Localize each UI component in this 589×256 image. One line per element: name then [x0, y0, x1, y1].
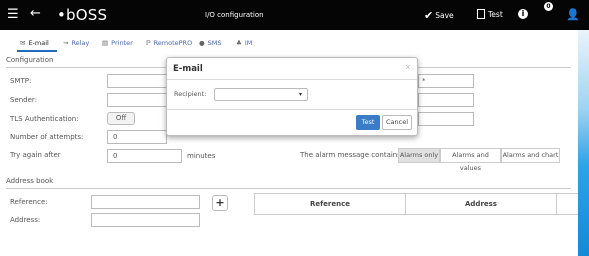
table-header-address: Address [465, 200, 497, 208]
password-field[interactable] [418, 112, 474, 126]
sender-name-field[interactable] [418, 93, 474, 107]
envelope-icon: ✉ [20, 39, 26, 47]
tab-relay[interactable]: ⇝ Relay [63, 39, 89, 47]
tls-toggle[interactable]: Off [107, 112, 135, 125]
hamburger-icon[interactable]: ☰ [7, 7, 19, 22]
attempts-field[interactable]: 0 [107, 130, 167, 144]
relay-icon: ⇝ [63, 39, 69, 47]
sender-field[interactable] [107, 93, 167, 107]
chevron-down-icon: ▾ [298, 91, 302, 98]
tab-im[interactable]: ♣ IM [236, 39, 252, 47]
address-field[interactable] [91, 213, 200, 227]
alarm-option-alarms-only[interactable]: Alarms only [398, 148, 440, 163]
recipient-select[interactable]: ▾ [214, 88, 308, 101]
user-icon[interactable]: 👤 [566, 8, 580, 21]
address-label: Address: [10, 216, 41, 224]
retry-field[interactable]: 0 [107, 149, 182, 163]
smtp-port-field[interactable] [418, 74, 474, 88]
desktop-edge [578, 30, 589, 256]
test-button[interactable]: Test [477, 9, 503, 19]
sender-label: Sender: [10, 96, 38, 104]
dialog-divider [167, 79, 417, 80]
tab-email[interactable]: ✉ E-mail [20, 39, 49, 47]
tab-bar: ✉ E-mail ⇝ Relay ▤ Printer ℙ RemotePRO ● SMS … [0, 30, 589, 54]
tab-printer[interactable]: ▤ Printer [102, 39, 133, 47]
app-logo: •bOSS [57, 6, 108, 24]
im-icon: ♣ [236, 39, 242, 47]
document-icon [477, 9, 485, 19]
reference-field[interactable] [91, 195, 200, 209]
address-book-section-header: Address book [6, 177, 571, 189]
back-arrow-icon[interactable]: ← [30, 6, 41, 21]
active-tab-indicator [17, 50, 57, 52]
alarm-option-alarms-and-chart[interactable]: Alarms and chart [501, 148, 560, 163]
test-label: Test [488, 10, 503, 19]
dialog-test-button[interactable]: Test [356, 115, 380, 130]
tab-remotepro[interactable]: ℙ RemotePRO [146, 39, 192, 47]
dialog-cancel-button[interactable]: Cancel [382, 115, 412, 130]
recipient-label: Recipient: [174, 90, 207, 98]
notification-badge[interactable]: 0 [544, 2, 553, 11]
reference-label: Reference: [10, 198, 48, 206]
close-icon[interactable]: × [405, 63, 411, 71]
plus-icon: + [215, 196, 225, 209]
smtp-field[interactable] [107, 74, 167, 88]
top-bar: ☰ ← •bOSS I/O configuration ✔ Save Test i… [0, 0, 589, 30]
remote-icon: ℙ [146, 39, 151, 47]
table-divider [556, 194, 557, 214]
retry-label: Try again after [10, 151, 61, 159]
dialog-divider [167, 109, 417, 110]
save-label: Save [435, 11, 454, 20]
tls-label: TLS Authentication: [10, 115, 79, 123]
check-icon: ✔ [424, 9, 434, 22]
attempts-label: Number of attempts: [10, 133, 84, 141]
dialog-title: E-mail [173, 64, 203, 74]
printer-icon: ▤ [102, 39, 109, 47]
smtp-label: SMTP: [10, 77, 32, 85]
alarm-option-alarms-and-values[interactable]: Alarms and values [440, 148, 501, 172]
add-entry-button[interactable]: + [212, 195, 228, 211]
retry-unit-label: minutes [187, 152, 216, 160]
email-test-dialog: E-mail × Recipient: ▾ Test Cancel [166, 57, 418, 136]
save-button[interactable]: ✔ Save [424, 9, 454, 22]
alarm-content-label: The alarm message contains: [300, 151, 404, 159]
tab-sms[interactable]: ● SMS [199, 39, 222, 47]
smtp-port-marker: * [422, 77, 426, 85]
table-header-reference: Reference [309, 200, 350, 208]
sms-icon: ● [199, 39, 205, 47]
address-table: Reference Address [254, 193, 579, 215]
info-icon[interactable]: i [518, 9, 528, 19]
page-title: I/O configuration [205, 11, 264, 19]
